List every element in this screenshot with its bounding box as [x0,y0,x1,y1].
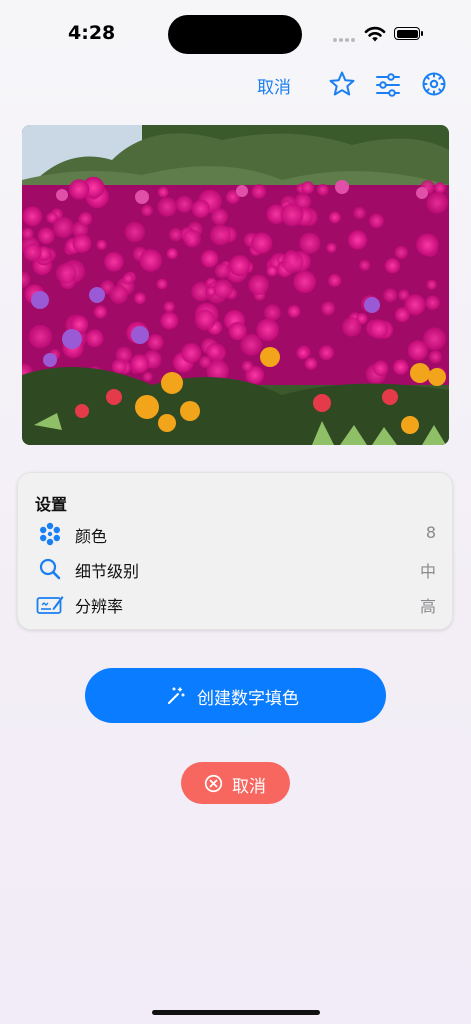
settings-row-colors-value[interactable]: 8 [376,523,436,542]
magic-wand-icon [168,687,185,704]
star-icon[interactable] [328,70,356,98]
settings-title: 设置 [35,495,68,514]
palette-dots-icon [40,522,60,546]
settings-row-detail-value[interactable]: 中 [376,558,436,582]
cancel-button-label: 取消 [232,777,266,797]
flower-photo [22,125,449,445]
close-circle-icon [204,774,223,793]
settings-row-colors-label: 颜色 [75,527,108,546]
create-button-label: 创建数字填色 [197,689,299,709]
settings-row-resolution-value[interactable]: 高 [376,593,436,617]
status-time: 4:28 [68,22,116,44]
wifi-icon [364,26,386,42]
gear-icon[interactable] [420,70,448,98]
settings-row-resolution-label: 分辨率 [75,597,124,616]
dynamic-island [168,15,302,54]
magnifier-icon [39,558,61,580]
settings-row-detail-label: 细节级别 [75,562,140,581]
home-indicator[interactable] [152,1010,320,1015]
toolbar-cancel-button[interactable]: 取消 [257,73,291,98]
signature-icon [36,596,64,614]
battery-cap [421,31,423,36]
sliders-icon[interactable] [374,71,402,99]
cellular-signal-icon [333,38,357,43]
battery-icon [394,27,420,40]
